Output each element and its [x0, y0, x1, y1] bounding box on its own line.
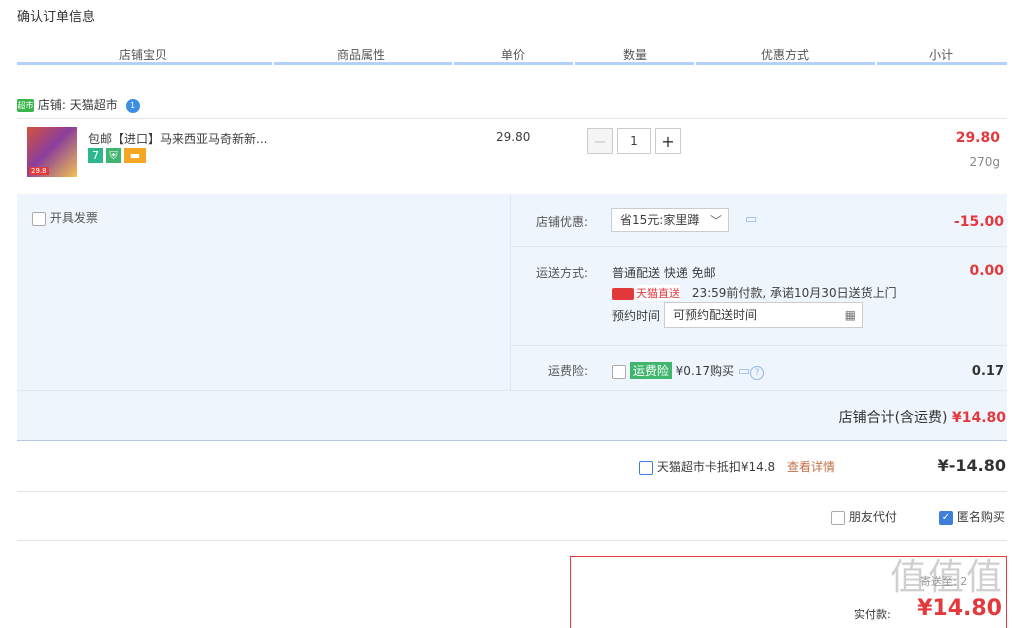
friend-pay-label: 朋友代付 — [848, 510, 897, 524]
tmall-express-tag: 天猫直送 — [636, 285, 680, 301]
shop-total-label: 店铺合计(含运费) — [838, 410, 948, 426]
shop-discount-value: 省15元:家里蹲 — [620, 213, 700, 227]
col-header-attributes: 商品属性 — [337, 48, 386, 62]
final-pay-label: 实付款: — [854, 608, 891, 621]
divider — [17, 540, 1007, 541]
shop-total-amount: ¥14.80 — [951, 410, 1006, 426]
shipping-label: 运送方式: — [536, 266, 589, 280]
product-tags: 7 ⛨ ▬ — [88, 148, 149, 163]
tmall-express-row: 天猫直送 23:59前付款, 承诺10月30日送货上门 — [612, 284, 897, 301]
divider — [17, 118, 1007, 119]
shop-discount-label: 店铺优惠: — [536, 215, 589, 229]
shop-row: 超市 店铺: 天猫超市 1 — [17, 96, 140, 113]
col-bar — [696, 62, 875, 65]
card-deduct-amount: ¥-14.80 — [937, 456, 1006, 475]
insurance-checkbox[interactable] — [612, 364, 626, 379]
col-header-shop-item: 店铺宝贝 — [119, 48, 168, 62]
divider — [511, 246, 1007, 247]
invoice-option[interactable]: 开具发票 — [32, 209, 98, 226]
message-icon[interactable]: ▭ — [745, 212, 757, 227]
insurance-amount: 0.17 — [971, 364, 1004, 379]
help-icon[interactable]: ? — [750, 366, 765, 380]
shop-discount-select[interactable]: 省15元:家里蹲 ﹀ — [611, 208, 729, 232]
col-bar — [274, 62, 452, 65]
decrease-button[interactable]: − — [587, 128, 613, 154]
shop-total: 店铺合计(含运费) ¥14.80 — [839, 407, 1006, 427]
reserve-time-input[interactable]: 可预约配送时间 ▦ — [664, 302, 863, 328]
shield-icon: ⛨ — [106, 148, 121, 163]
col-header-quantity: 数量 — [623, 48, 648, 62]
card-deduct-text: 天猫超市卡抵扣¥14.8 — [656, 460, 776, 474]
col-header-price: 单价 — [501, 48, 526, 62]
divider — [17, 440, 1007, 441]
shipping-amount: 0.00 — [969, 263, 1004, 279]
divider — [510, 194, 511, 390]
insurance-label: 运费险: — [548, 364, 589, 378]
invoice-label: 开具发票 — [49, 211, 98, 225]
watermark: 值值值 — [889, 557, 1004, 598]
seven-day-return-icon: 7 — [88, 148, 103, 163]
divider — [511, 345, 1007, 346]
anonymous-label: 匿名购买 — [956, 510, 1005, 524]
quantity-input[interactable]: 1 — [617, 128, 651, 154]
insurance-tag: 运费险 — [629, 362, 672, 379]
shop-prefix: 店铺: — [37, 98, 66, 112]
divider — [17, 491, 1007, 492]
supermarket-icon: 超市 — [17, 99, 34, 112]
product-title[interactable]: 包邮【进口】马来西亚马奇新新... — [88, 130, 267, 147]
col-header-discount: 优惠方式 — [761, 48, 810, 62]
calendar-icon: ▦ — [844, 308, 856, 322]
tmall-logo-icon — [612, 287, 634, 300]
unit-price: 29.80 — [496, 130, 531, 144]
friend-pay-checkbox[interactable] — [831, 510, 845, 525]
item-subtotal: 29.80 — [955, 130, 1000, 146]
col-bar — [877, 62, 1007, 65]
anonymous-option[interactable]: ✓ 匿名购买 — [939, 508, 1005, 525]
item-weight: 270g — [969, 155, 1000, 169]
card-icon: ▬ — [124, 148, 146, 163]
shop-name[interactable]: 天猫超市 — [70, 98, 118, 112]
insurance-text: ¥0.17购买 — [675, 364, 735, 378]
product-image[interactable]: 29.8 — [27, 127, 77, 177]
chevron-down-icon: ﹀ — [709, 214, 722, 228]
chat-badge-icon[interactable]: 1 — [125, 98, 140, 113]
card-deduct-option[interactable]: 天猫超市卡抵扣¥14.8 查看详情 — [639, 458, 835, 475]
shipping-method: 普通配送 快递 免邮 — [612, 266, 716, 280]
message-icon[interactable]: ▭ — [738, 364, 750, 379]
insurance-option[interactable]: 运费险 ¥0.17购买 ▭? — [612, 362, 765, 380]
col-bar — [454, 62, 573, 65]
product-image-price-tag: 29.8 — [29, 167, 49, 175]
reserve-time-label: 预约时间 — [612, 309, 661, 323]
increase-button[interactable]: + — [655, 128, 681, 154]
divider — [17, 390, 1007, 391]
shop-discount-amount: -15.00 — [953, 214, 1004, 230]
anonymous-checkbox[interactable]: ✓ — [939, 510, 953, 525]
col-bar — [17, 62, 272, 65]
reserve-time-placeholder: 可预约配送时间 — [673, 308, 758, 322]
friend-pay-option[interactable]: 朋友代付 — [831, 508, 897, 525]
col-bar — [575, 62, 694, 65]
page-title: 确认订单信息 — [17, 10, 96, 25]
invoice-checkbox[interactable] — [32, 211, 46, 226]
col-header-subtotal: 小计 — [929, 48, 954, 62]
view-details-link[interactable]: 查看详情 — [787, 460, 835, 474]
delivery-promise: 23:59前付款, 承诺10月30日送货上门 — [691, 286, 897, 300]
card-deduct-checkbox[interactable] — [639, 460, 653, 475]
